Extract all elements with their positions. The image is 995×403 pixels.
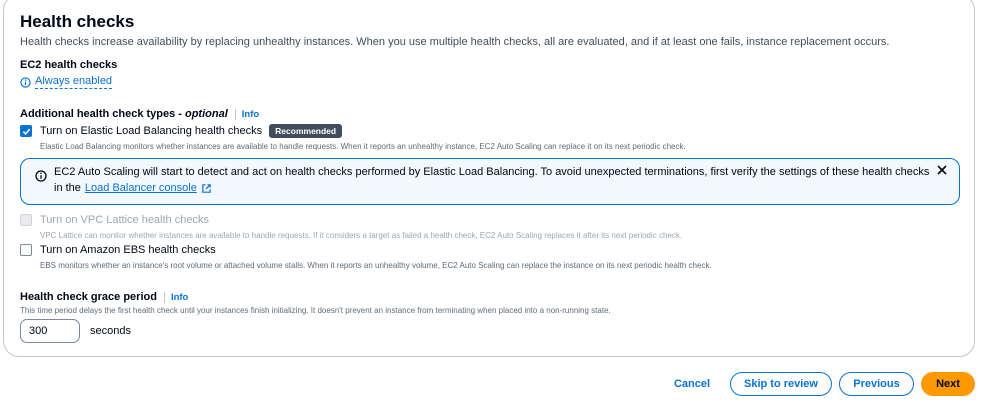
info-link[interactable]: Info [242,109,259,120]
alert-info-icon [35,169,47,187]
grace-period-description: This time period delays the first health… [20,306,611,315]
elb-health-check-option: Turn on Elastic Load Balancing health ch… [20,124,343,138]
section-title: Health checks [20,12,135,31]
elb-info-alert: EC2 Auto Scaling will start to detect an… [20,158,960,205]
grace-period-value: 300 [29,325,48,337]
divider [163,291,165,303]
external-link-icon [201,183,212,194]
optional-marker: - optional [178,108,228,120]
info-circle-icon [20,76,31,88]
additional-types-header: Additional health check types - optional… [20,108,259,120]
vpc-lattice-description: VPC Lattice can monitor whether instance… [40,231,683,240]
always-enabled-text: Always enabled [35,75,113,89]
grace-period-header: Health check grace period Info [20,291,188,303]
previous-button[interactable]: Previous [839,372,914,396]
grace-period-row: 300 seconds [20,319,131,343]
additional-types-label: Additional health check types [20,108,176,120]
section-description: Health checks increase availability by r… [20,36,890,48]
check-icon [22,127,31,136]
elb-description: Elastic Load Balancing monitors whether … [40,142,686,151]
vpc-lattice-option: Turn on VPC Lattice health checks [20,214,209,226]
alert-text-prefix: in the [54,182,81,194]
vpc-lattice-checkbox[interactable] [20,214,32,226]
ebs-checkbox[interactable] [20,244,32,256]
health-checks-panel: Health checks Health checks increase ava… [3,0,975,357]
grace-period-label: Health check grace period [20,291,157,303]
skip-to-review-button[interactable]: Skip to review [730,372,832,396]
always-enabled-popover[interactable]: Always enabled [20,75,113,89]
cancel-button[interactable]: Cancel [668,372,716,396]
alert-text-line2: in the Load Balancer console [54,180,212,196]
divider [234,108,236,120]
alert-text-line1: EC2 Auto Scaling will start to detect an… [54,166,930,178]
grace-period-info-link[interactable]: Info [171,292,188,303]
elb-checkbox-label[interactable]: Turn on Elastic Load Balancing health ch… [40,125,262,137]
recommended-badge: Recommended [269,124,343,138]
load-balancer-console-link[interactable]: Load Balancer console [85,180,197,196]
ebs-checkbox-label[interactable]: Turn on Amazon EBS health checks [40,244,216,256]
ec2-health-checks-label: EC2 health checks [20,59,118,71]
ebs-description: EBS monitors whether an instance's root … [40,261,712,270]
grace-period-unit: seconds [90,325,131,337]
close-icon[interactable] [936,163,948,181]
next-button[interactable]: Next [921,372,975,396]
grace-period-input[interactable]: 300 [20,319,80,343]
vpc-lattice-label: Turn on VPC Lattice health checks [40,214,209,226]
ebs-health-check-option: Turn on Amazon EBS health checks [20,244,216,256]
elb-checkbox[interactable] [20,125,32,137]
